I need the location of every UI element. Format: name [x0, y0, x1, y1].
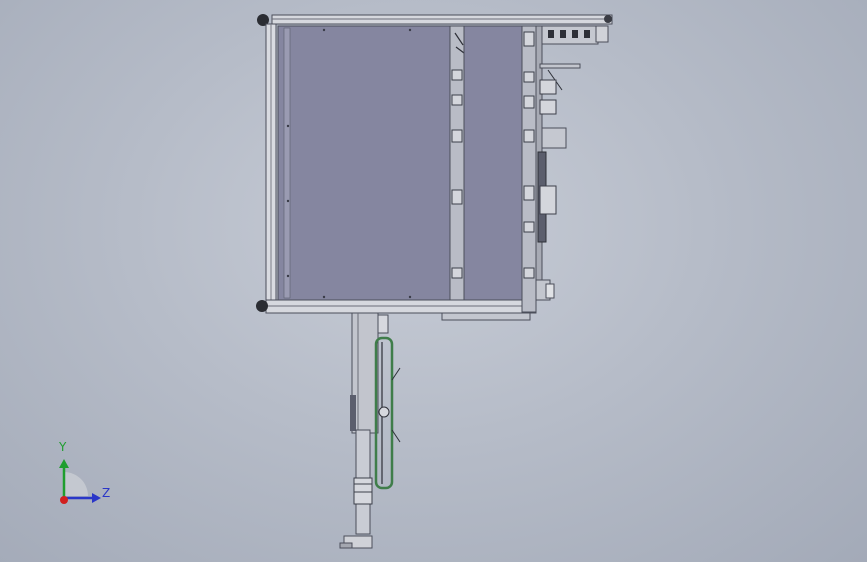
cad-viewport[interactable]: Y Z: [0, 0, 867, 562]
drive-belt: [374, 336, 401, 490]
side-bracket: [541, 127, 567, 149]
assembly-model[interactable]: [0, 0, 867, 562]
main-panel[interactable]: [277, 25, 451, 301]
view-orientation-triad[interactable]: Y Z: [48, 440, 128, 512]
middle-column: [449, 25, 465, 301]
z-axis-label: Z: [102, 486, 111, 500]
bottom-left-caster: [256, 300, 268, 312]
right-panel[interactable]: [463, 25, 523, 301]
x-axis-point: [60, 496, 68, 504]
y-axis-label: Y: [59, 440, 67, 454]
